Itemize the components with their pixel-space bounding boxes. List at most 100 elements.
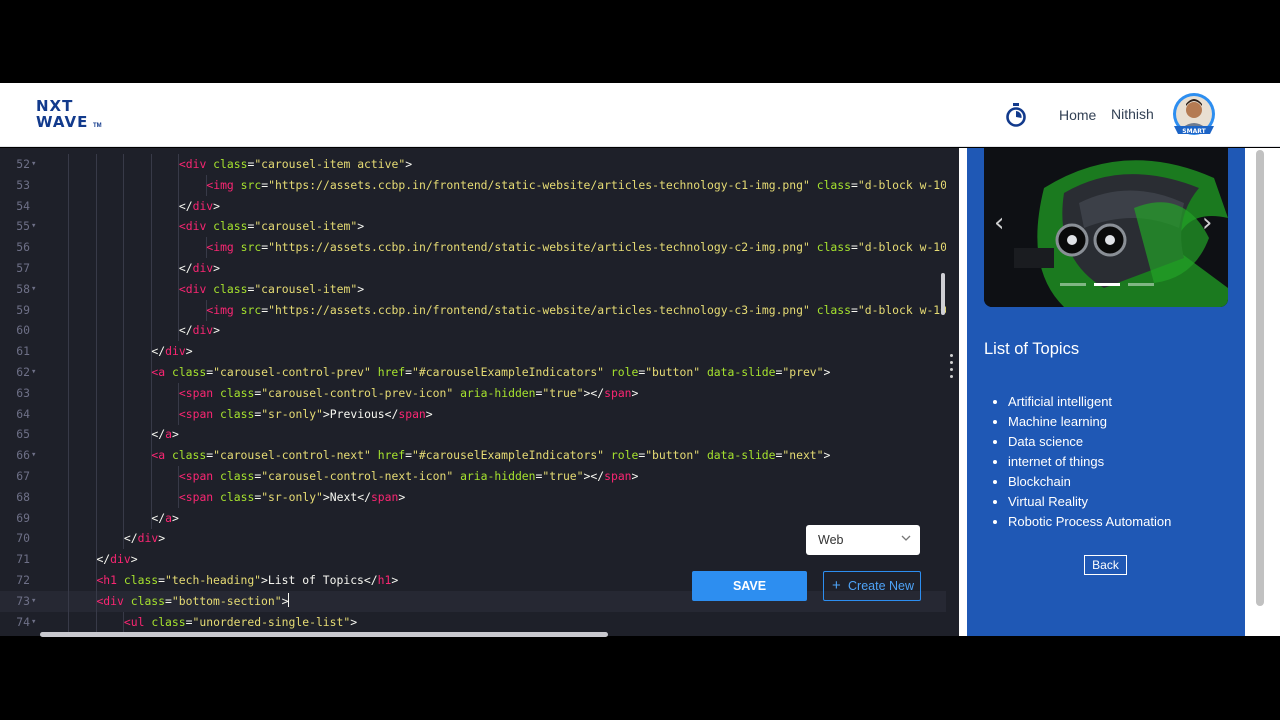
indent-guide [68,258,70,279]
code-line[interactable]: 67 <span class="carousel-control-next-ico… [0,466,946,487]
line-number: 68 [16,489,30,504]
code-line[interactable]: 53 <img src="https://assets.ccbp.in/front… [0,174,946,196]
carousel-indicator[interactable] [1128,283,1154,286]
topics-heading: List of Topics [984,340,1080,358]
line-number: 61 [16,344,30,359]
code-line[interactable]: 55 ▾ <div class="carousel-item"> [0,216,946,238]
language-select[interactable]: Web [806,525,920,555]
indent-guide [68,299,70,321]
indent-guide [68,174,70,196]
fold-arrow-icon[interactable]: ▾ [31,445,36,466]
code-line[interactable]: 59 <img src="https://assets.ccbp.in/front… [0,299,946,321]
line-number: 53 [16,177,30,192]
code-line[interactable]: 62 ▾ <a class="carousel-control-prev" href… [0,362,946,383]
code-line[interactable]: 63 <span class="carousel-control-prev-ico… [0,382,946,404]
carousel-indicators [1060,283,1156,287]
fold-arrow-icon[interactable]: ▾ [31,591,36,612]
carousel[interactable]: ‹ › [984,148,1228,307]
line-number: 59 [16,302,30,317]
code-text: </a> [151,427,179,442]
indent-guide [178,299,180,321]
avatar-badge-text: SMART [1182,128,1206,135]
line-number: 56 [16,240,30,255]
fold-arrow-icon[interactable]: ▾ [31,216,36,237]
stopwatch-icon[interactable] [1005,103,1027,127]
code-text: <div class="carousel-item"> [178,219,365,234]
indent-guide [123,216,125,238]
nav-home-link[interactable]: Home [1059,107,1096,123]
code-line[interactable]: 57 </div> [0,258,946,279]
pane-divider[interactable] [946,148,959,636]
editor-vertical-scrollbar[interactable] [941,273,945,315]
indent-guide [95,258,97,279]
indent-guide [123,445,125,467]
line-number: 74 [16,614,30,629]
user-name[interactable]: Nithish [1111,106,1154,122]
code-text: <span class="carousel-control-prev-icon"… [178,385,639,400]
indent-guide [68,486,70,508]
carousel-indicator[interactable] [1060,283,1086,286]
code-line[interactable]: 74 ▾ <ul class="unordered-single-list"> [0,611,946,633]
code-text: </div> [178,198,221,213]
code-line[interactable]: 56 <img src="https://assets.ccbp.in/front… [0,237,946,259]
code-text: <a class="carousel-control-prev" href="#… [151,365,831,379]
indent-guide [123,278,125,300]
fold-arrow-icon[interactable]: ▾ [31,612,36,633]
fold-arrow-icon[interactable]: ▾ [31,154,36,175]
line-number: 73 [16,593,30,608]
indent-guide [68,570,70,591]
user-avatar[interactable]: SMART [1168,92,1220,138]
code-line[interactable]: 65 </a> [0,424,946,446]
indent-guide [95,445,97,467]
topics-list: Artificial intelligentMachine learningDa… [1008,394,1171,534]
preview-scrollbar[interactable] [1256,150,1264,606]
code-line[interactable]: 66 ▾ <a class="carousel-control-next" href… [0,445,946,467]
line-number: 55 [16,219,30,234]
indent-guide [123,174,125,196]
indent-guide [95,466,97,487]
code-line[interactable]: 71 </div> [0,549,946,571]
carousel-next-icon[interactable]: › [1202,208,1212,238]
line-number: 72 [16,573,30,587]
code-editor[interactable]: 52 ▾ <div class="carousel-item active"> 53 <… [0,148,946,636]
create-new-button[interactable]: + Create New [823,571,921,601]
editor-horizontal-scrollbar[interactable] [40,632,608,637]
line-number: 69 [16,510,30,525]
code-line[interactable]: 58 ▾ <div class="carousel-item"> [0,278,946,300]
line-number: 70 [16,531,30,546]
indent-guide [68,445,70,467]
code-line[interactable]: 64 <span class="sr-only">Previous</span> [0,403,946,425]
code-line[interactable]: 54 </div> [0,195,946,217]
code-text: <h1 class="tech-heading">List of Topics<… [96,573,399,587]
logo-text-line1: NXT [36,97,74,115]
line-number: 67 [16,469,30,483]
code-text: </a> [151,510,179,525]
indent-guide [95,611,97,633]
indent-guide [123,154,125,175]
code-text: </div> [96,552,138,567]
logo-text-line2: WAVE [36,113,89,131]
indent-guide [95,403,97,425]
save-button[interactable]: SAVE [692,571,807,601]
fold-arrow-icon[interactable]: ▾ [31,362,36,383]
code-line[interactable]: 60 </div> [0,320,946,342]
indent-guide [150,216,152,238]
code-line[interactable]: 68 <span class="sr-only">Next</span> [0,486,946,508]
indent-guide [123,486,125,508]
carousel-prev-icon[interactable]: ‹ [994,208,1004,238]
back-button[interactable]: Back [1084,555,1127,575]
code-line[interactable]: 70 </div> [0,528,946,550]
indent-guide [95,237,97,259]
indent-guide [123,403,125,425]
indent-guide [95,424,97,446]
code-line[interactable]: 61 </div> [0,341,946,363]
code-line[interactable]: 52 ▾ <div class="carousel-item active"> [0,154,946,175]
code-text: <img src="https://assets.ccbp.in/fronten… [206,240,946,255]
code-line[interactable]: 69 </a> [0,507,946,529]
carousel-indicator-active[interactable] [1094,283,1120,286]
indent-guide [95,299,97,321]
drag-handle-icon[interactable] [950,354,954,386]
nxtwave-logo[interactable]: NXT WAVE TM [36,97,106,133]
indent-guide [150,382,152,404]
fold-arrow-icon[interactable]: ▾ [31,279,36,300]
